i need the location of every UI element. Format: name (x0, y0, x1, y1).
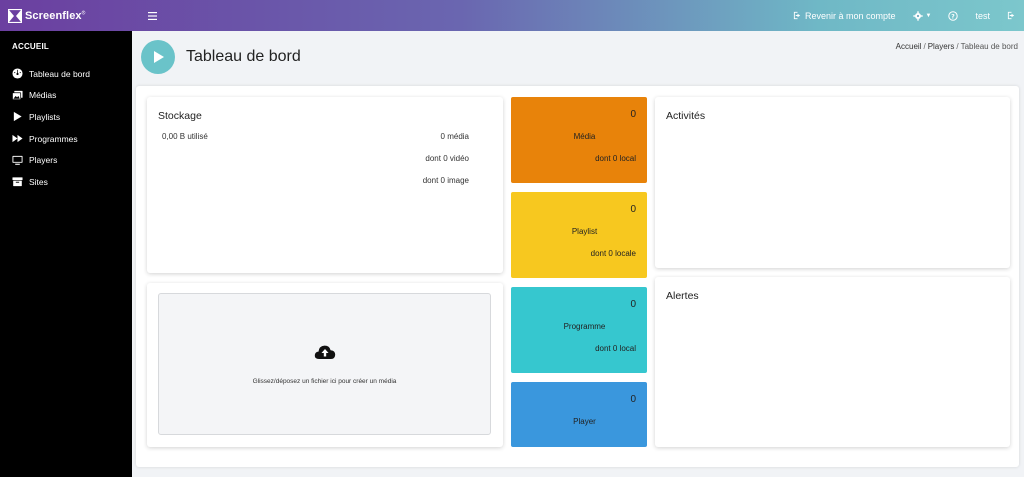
sidebar-item-label: Médias (29, 90, 57, 101)
sidebar-item-label: Players (29, 155, 58, 166)
return-to-account-label: Revenir à mon compte (804, 10, 896, 21)
main-content: Tableau de bord Accueil / Players / Tableau … (136, 31, 1024, 477)
stat-media-label: Média (573, 132, 596, 141)
sidebar-item-medias[interactable]: Médias (0, 85, 132, 107)
return-to-account-link[interactable]: Revenir à mon compte (793, 11, 896, 21)
stat-programme-sub: dont 0 local (595, 344, 636, 353)
sidebar-item-label: Playlists (29, 111, 61, 122)
sidebar-item-dashboard[interactable]: Tableau de bord (0, 63, 132, 85)
stat-media-sub: dont 0 local (595, 154, 636, 163)
stat-player[interactable]: 0 Player (511, 382, 647, 447)
storage-video-count: dont 0 vidéo (425, 154, 469, 163)
settings-dropdown[interactable]: ▼ (912, 10, 932, 21)
breadcrumb-home[interactable]: Accueil (896, 42, 922, 51)
storage-used: 0,00 B utilisé (162, 132, 208, 141)
username-label: test (975, 10, 990, 21)
breadcrumb: Accueil / Players / Tableau de bord (895, 42, 1018, 51)
sidebar-item-programmes[interactable]: Programmes (0, 128, 132, 150)
fast-forward-icon (12, 134, 23, 143)
stat-media-value: 0 (630, 109, 636, 120)
stat-programme[interactable]: 0 Programme dont 0 local (511, 287, 647, 373)
sidebar-heading: ACCUEIL (12, 42, 49, 51)
activities-title: Activités (666, 110, 706, 122)
file-dropzone[interactable]: Glissez/déposez un fichier ici pour crée… (158, 293, 491, 435)
dashboard-icon (12, 68, 23, 79)
alerts-card: Alertes (655, 277, 1010, 447)
stat-programme-label: Programme (563, 322, 606, 331)
stat-programme-value: 0 (630, 299, 636, 310)
dropzone-text: Glissez/déposez un fichier ici pour crée… (252, 377, 397, 385)
stat-playlist-value: 0 (630, 204, 636, 215)
breadcrumb-players[interactable]: Players (928, 42, 955, 51)
play-icon (13, 112, 22, 122)
help-icon: ? (948, 10, 959, 21)
storage-image-count: dont 0 image (422, 176, 469, 185)
sidebar-item-players[interactable]: Players (0, 149, 132, 171)
logout-button[interactable] (1007, 11, 1016, 20)
stat-playlist-label: Playlist (571, 227, 598, 236)
menu-toggle-icon[interactable] (144, 8, 160, 24)
chevron-down-icon: ▼ (925, 12, 932, 19)
svg-text:?: ? (952, 13, 956, 20)
dashboard-panel: Stockage 0,00 B utilisé 0 média dont 0 v… (136, 86, 1019, 467)
screenflex-logo-icon (8, 8, 22, 23)
help-button[interactable]: ? (948, 10, 959, 21)
logout-icon (1007, 11, 1015, 20)
alerts-title: Alertes (666, 290, 699, 302)
app-logo[interactable]: Screenflex® (0, 0, 132, 31)
sign-out-icon (793, 11, 801, 20)
stat-player-label: Player (573, 417, 596, 426)
page-title: Tableau de bord (186, 48, 301, 65)
upload-card: Glissez/déposez un fichier ici pour crée… (147, 283, 503, 447)
sidebar: ACCUEIL Tableau de bord Médias Playlists… (0, 31, 132, 477)
stat-player-value: 0 (630, 394, 636, 405)
storage-media-count: 0 média (440, 132, 469, 141)
stat-playlist[interactable]: 0 Playlist dont 0 locale (511, 192, 647, 278)
archive-icon (12, 177, 23, 187)
top-navbar: Screenflex® Revenir à mon compte ▼ ? tes… (0, 0, 1024, 31)
sidebar-item-sites[interactable]: Sites (0, 171, 132, 193)
monitor-icon (12, 155, 23, 165)
stat-media[interactable]: 0 Média dont 0 local (511, 97, 647, 183)
page-header: Tableau de bord Accueil / Players / Tableau … (136, 31, 1024, 86)
sidebar-item-label: Programmes (29, 133, 78, 144)
sidebar-item-label: Tableau de bord (29, 68, 90, 79)
stat-playlist-sub: dont 0 locale (590, 249, 636, 258)
breadcrumb-current: Tableau de bord (960, 42, 1018, 51)
sidebar-item-label: Sites (29, 176, 48, 187)
cloud-upload-icon (314, 345, 335, 359)
user-menu[interactable]: test (975, 11, 990, 21)
storage-card: Stockage 0,00 B utilisé 0 média dont 0 v… (147, 97, 503, 273)
images-icon (12, 90, 23, 100)
gear-icon (912, 10, 923, 21)
app-name: Screenflex® (25, 9, 86, 22)
play-circle-icon (141, 40, 175, 74)
storage-title: Stockage (158, 110, 202, 122)
sidebar-item-playlists[interactable]: Playlists (0, 106, 132, 128)
activities-card: Activités (655, 97, 1010, 268)
